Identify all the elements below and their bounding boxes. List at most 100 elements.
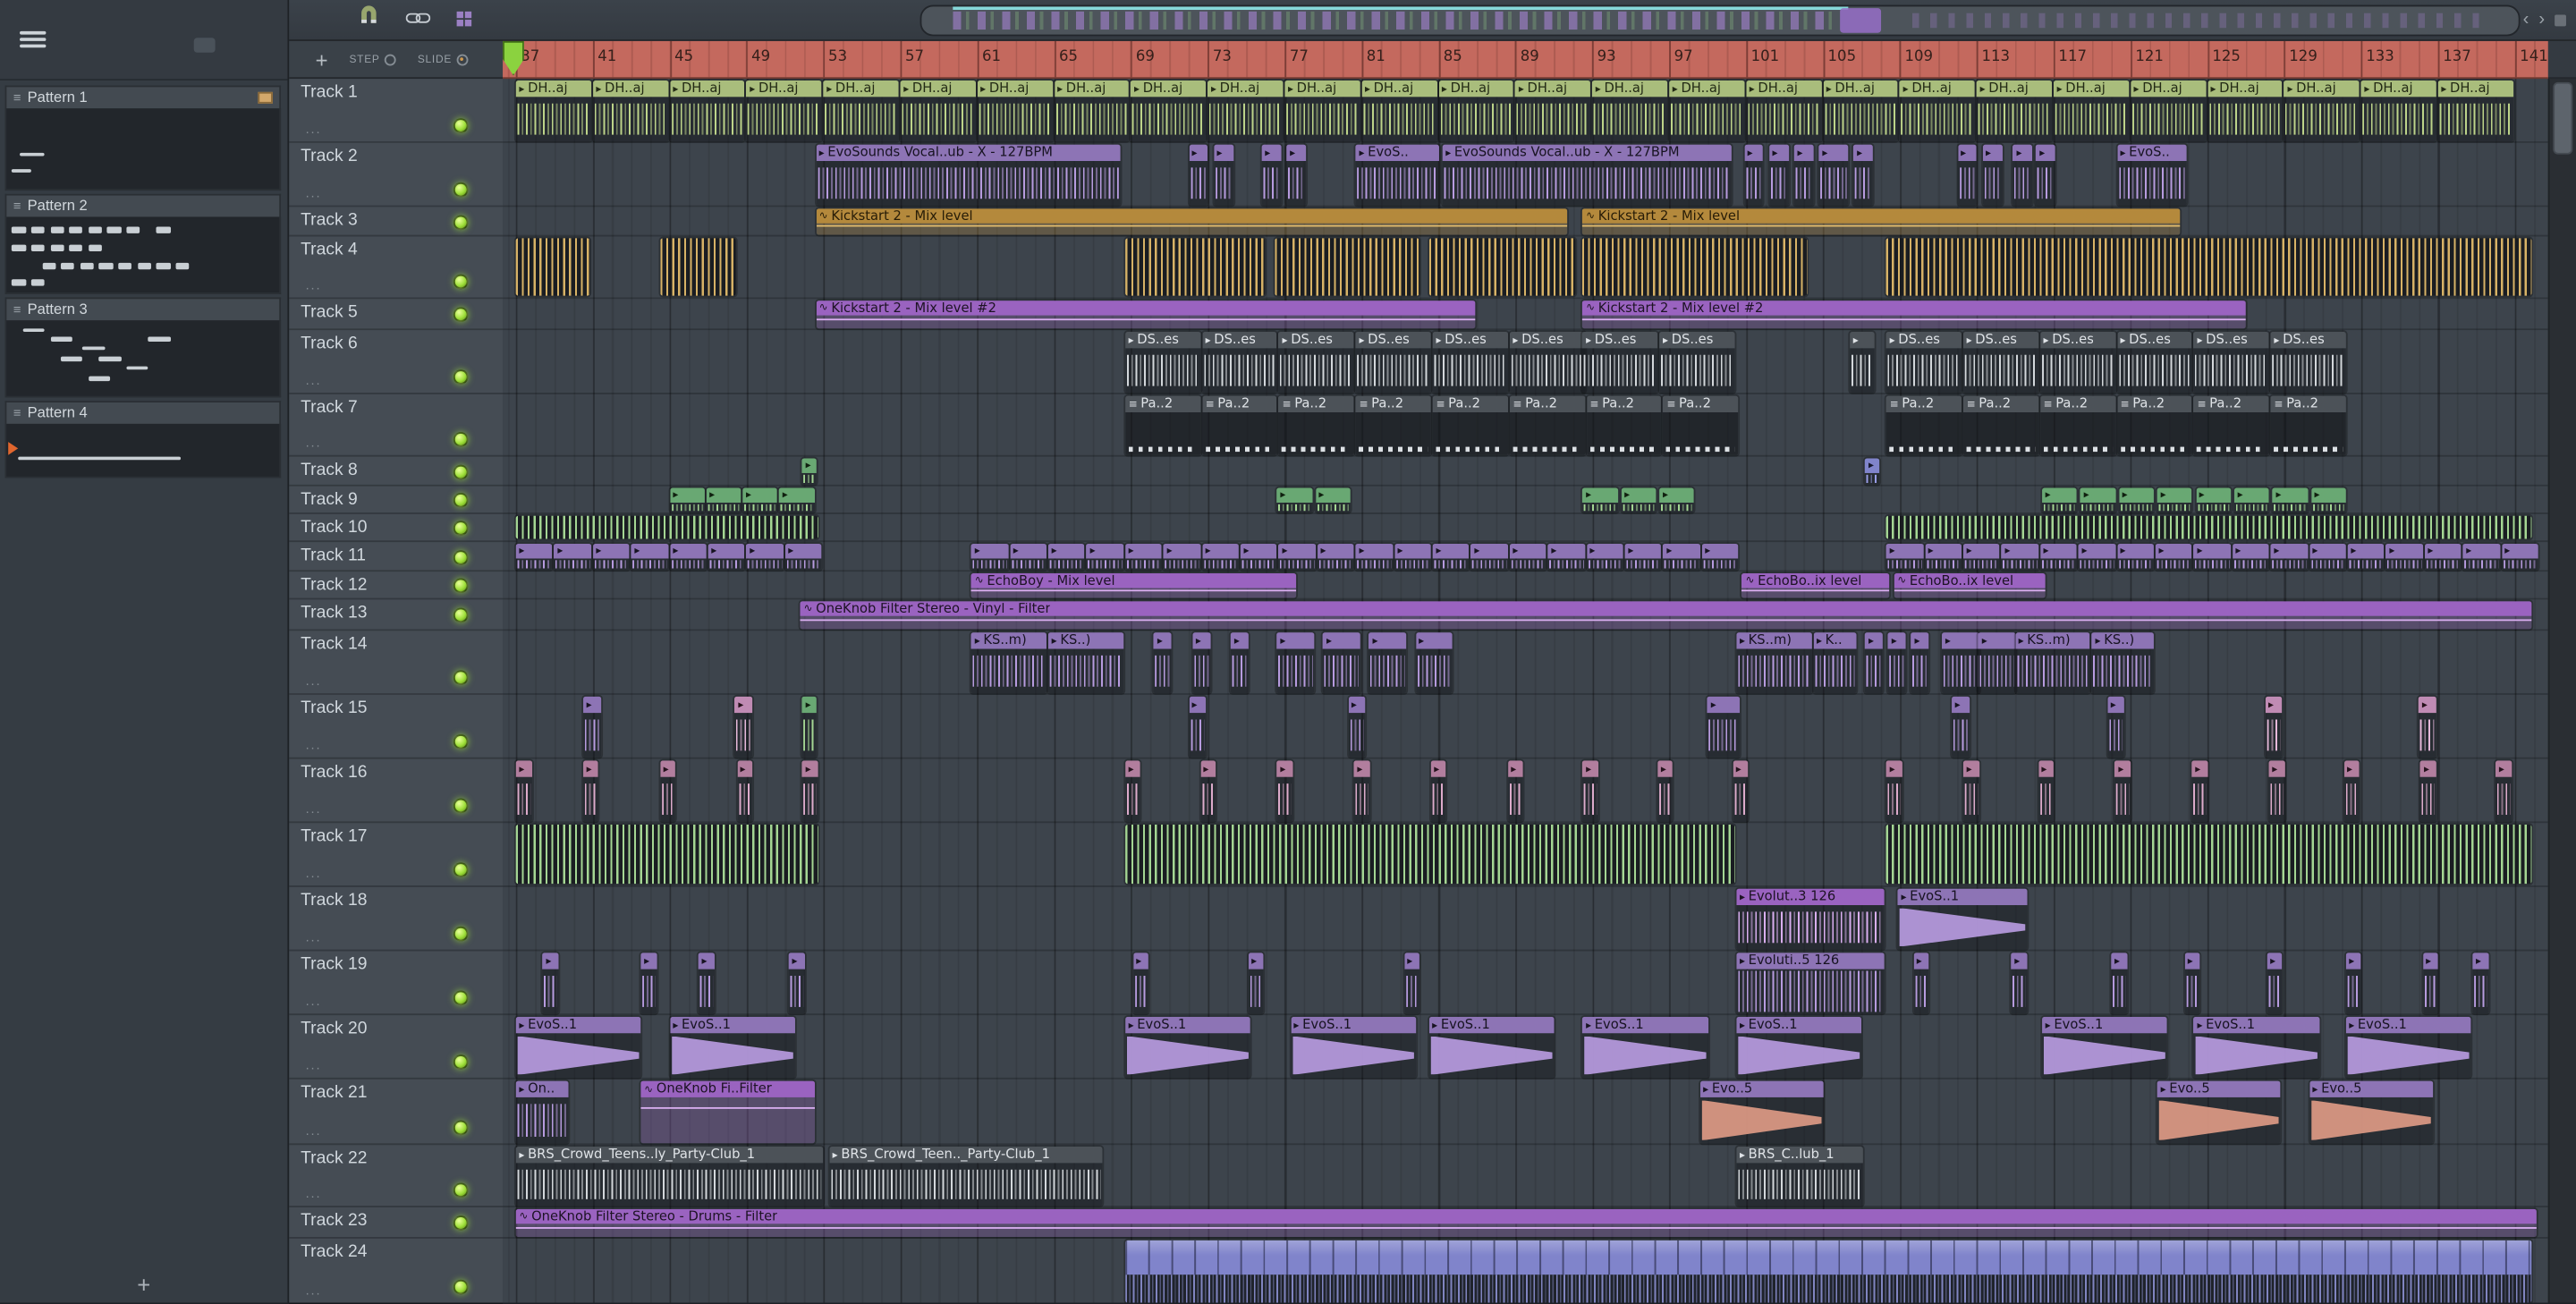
audio-clip[interactable]: ▸ DH..aj [1131,80,1207,141]
audio-clip[interactable]: ▸ [1962,760,1979,822]
audio-clip[interactable]: ▸ [1853,144,1874,206]
playlist-lane[interactable]: ▸ DS..es ▸ DS..es ▸ DS..es ▸ DS..es ▸ DS..es ▸ DS..… [503,330,2548,394]
audio-clip[interactable]: ▸ DS..es [1124,332,1201,393]
slide-toggle[interactable] [456,53,469,65]
audio-clip[interactable]: ▸ K.. [1813,632,1856,694]
audio-clip[interactable]: ▸ [1733,760,1749,822]
track-header[interactable]: Track 21... [289,1080,504,1146]
add-pattern-button[interactable]: + [137,1273,150,1296]
audio-clip[interactable]: ▸ [2233,487,2269,513]
audio-clip[interactable]: ▸ DH..aj [1438,80,1514,141]
audio-clip[interactable]: ▸ DH..aj [977,80,1053,141]
audio-clip[interactable]: ▸ DH..aj [1899,80,1976,141]
audio-clip[interactable]: ▸ [2343,760,2360,822]
track-mute-led[interactable] [453,521,469,536]
audio-clip[interactable]: ▸ DS..es [1885,332,1962,393]
vertical-scrollbar-thumb[interactable] [2553,81,2573,155]
audio-clip[interactable]: ▸ [801,760,818,822]
audio-clip[interactable]: ▸ [2419,696,2436,758]
striped-audio-clip[interactable] [1885,515,2533,539]
audio-clip[interactable]: ▸ [1885,543,1924,571]
pattern-clip[interactable]: ≡ Pa..2 [1355,395,1431,455]
audio-clip[interactable]: ▸ [971,543,1009,571]
detached-grid-icon[interactable] [456,11,473,28]
track-header[interactable]: Track 14... [289,631,504,695]
playlist-lane[interactable]: ▸ ▸ ▸ ▸ ▸ ▸ ▸ ▸ ▸ ▸ [503,695,2548,759]
audio-clip[interactable]: ▸ [1323,632,1360,694]
track-header[interactable]: Track 5 [289,299,504,331]
audio-clip[interactable]: ▸ [2107,696,2125,758]
playlist-lane[interactable]: ∿ OneKnob Filter Stereo - Vinyl - Filter [503,599,2548,631]
audio-clip[interactable]: ▸ [708,543,745,571]
audio-clip[interactable] [1124,1240,2533,1303]
audio-clip[interactable]: ▸ DS..es [1432,332,1508,393]
audio-clip[interactable]: ▸ [2268,760,2285,822]
track-mute-led[interactable] [453,578,469,594]
audio-clip[interactable]: ▸ [1663,543,1700,571]
audio-clip[interactable]: ▸ KS..m) [971,632,1047,694]
audio-clip[interactable]: ▸ [659,760,676,822]
audio-clip[interactable]: ▸ DH..aj [1669,80,1745,141]
automation-clip[interactable]: ∿ EchoBoy - Mix level [971,573,1297,598]
audio-clip[interactable]: ▸ [1348,696,1366,758]
pattern-header[interactable]: ≡ Pattern 3 [4,297,282,321]
audio-clip[interactable]: ▸ DH..aj [1284,80,1360,141]
audio-clip[interactable]: ▸ Evolut..3 126 [1736,888,1885,950]
scroll-left-button[interactable]: ‹ [2523,10,2529,30]
playlist-lane[interactable]: ▸ ▸ ▸ ▸ ▸ ▸ ▸ ▸ ▸ ▸ ▸ ▸ ▸ ▸ ▸ ▸ ▸ ▸ ▸ ▸ ▸ ▸ ▸ [503,759,2548,824]
playlist-grid[interactable]: ▸ DH..aj ▸ DH..aj ▸ DH..aj ▸ DH..aj ▸ DH..aj ▸ DH..… [503,79,2548,1303]
track-header[interactable]: Track 19... [289,951,504,1016]
audio-clip[interactable]: ▸ [1047,543,1086,571]
audio-clip[interactable]: ▸ [1507,760,1524,822]
audio-clip[interactable]: ▸ [1199,760,1216,822]
playlist-lane[interactable]: ▸ EvoS..1 ▸ EvoS..1 ▸ EvoS..1 ▸ EvoS..1 ▸ EvoS..1… [503,1015,2548,1080]
audio-clip[interactable]: ▸ DH..aj [2437,80,2513,141]
audio-clip[interactable]: ▸ [2036,144,2056,206]
playlist-lane[interactable] [503,236,2548,300]
playlist-overview-scrollbar[interactable] [919,4,2521,37]
audio-clip[interactable]: ▸ [1509,543,1546,571]
audio-clip[interactable]: ▸ Evo..5 [2309,1080,2433,1144]
pattern-clip[interactable]: ≡ Pa..2 [1278,395,1354,455]
audio-clip[interactable]: ▸ EvoS..1 [1428,1016,1555,1078]
audio-clip[interactable]: ▸ DH..aj [1054,80,1130,141]
playlist-lane[interactable]: ▸ ▸ ▸ ▸ ▸ ▸ ▸ ▸ ▸ ▸ ▸ ▸ ▸ ▸ ▸ ▸ ▸ [503,487,2548,514]
audio-clip[interactable]: ▸ [1163,543,1201,571]
striped-audio-clip[interactable] [1124,238,1267,296]
audio-clip[interactable]: ▸ [1865,458,1879,485]
audio-clip[interactable]: ▸ [1188,144,1208,206]
audio-clip[interactable]: ▸ Evo..5 [2157,1080,2281,1144]
audio-clip[interactable]: ▸ [2496,760,2512,822]
audio-clip[interactable]: ▸ DH..aj [900,80,976,141]
audio-clip[interactable]: ▸ DH..aj [2130,80,2206,141]
audio-clip[interactable]: ▸ [1124,543,1163,571]
audio-clip[interactable]: ▸ [734,696,753,758]
audio-clip[interactable]: ▸ [2420,760,2436,822]
audio-clip[interactable]: ▸ KS..) [2091,632,2154,694]
audio-clip[interactable]: ▸ [1276,760,1293,822]
audio-clip[interactable]: ▸ [631,543,668,571]
audio-clip[interactable]: ▸ KS..) [1047,632,1124,694]
audio-clip[interactable]: ▸ [1982,144,2003,206]
audio-clip[interactable]: ▸ [784,543,822,571]
audio-clip[interactable]: ▸ DS..es [2270,332,2346,393]
audio-clip[interactable]: ▸ [2011,953,2028,1014]
audio-clip[interactable]: ▸ [1132,953,1149,1014]
audio-clip[interactable]: ▸ EvoS..1 [2345,1016,2471,1078]
audio-clip[interactable]: ▸ On.. [515,1080,569,1144]
track-mute-led[interactable] [453,1120,469,1136]
audio-clip[interactable]: ▸ [1261,144,1282,206]
audio-clip[interactable]: ▸ [2195,487,2231,513]
audio-clip[interactable]: ▸ [2309,543,2346,571]
playlist-lane[interactable]: ∿ OneKnob Filter Stereo - Drums - Filter [503,1207,2548,1239]
track-header[interactable]: Track 2... [289,143,504,207]
audio-clip[interactable]: ▸ [1276,632,1314,694]
audio-clip[interactable]: ▸ EvoS..1 [2041,1016,2167,1078]
audio-clip[interactable]: ▸ [1979,632,2016,694]
playlist-lane[interactable] [503,1239,2548,1303]
audio-clip[interactable]: ▸ [582,760,599,822]
audio-clip[interactable]: ▸ [2462,543,2500,571]
audio-clip[interactable]: ▸ KS..m) [1736,632,1812,694]
audio-clip[interactable]: ▸ DS..es [1355,332,1431,393]
automation-clip[interactable]: ∿ Kickstart 2 - Mix level #2 [815,301,1476,329]
